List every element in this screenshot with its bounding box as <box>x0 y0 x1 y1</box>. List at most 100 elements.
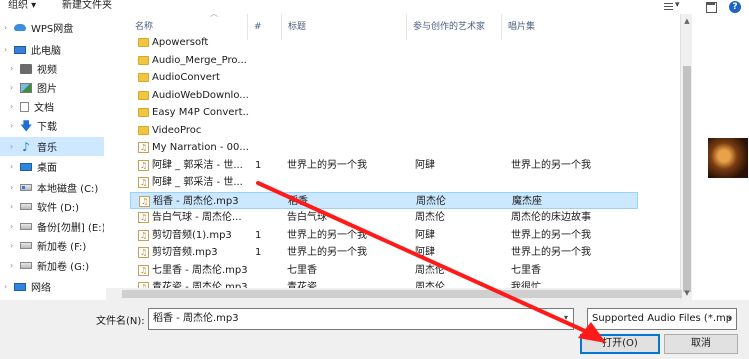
scrollbar-thumb[interactable] <box>683 66 691 292</box>
track-number-cell: 1 <box>255 159 262 171</box>
album-cell: 世界上的另一个我 <box>511 159 591 171</box>
album-cell: 周杰伦的床边故事 <box>511 212 591 223</box>
album-cell: 世界上的另一个我 <box>511 229 591 241</box>
table-row[interactable]: 阿肆 _ 郭采洁 - 世... 1 世界上的另一个我 阿肆 世界上的另一个我 <box>130 157 638 174</box>
nav-item-11[interactable]: › 新加卷 (F:) <box>0 236 104 255</box>
expand-chevron-icon[interactable]: › <box>10 142 13 151</box>
artist-cell: 阿肆 <box>415 159 435 171</box>
nav-item-8[interactable]: › 本地磁盘 (C:) <box>0 178 104 197</box>
new-folder-button[interactable]: 新建文件夹 <box>62 0 112 13</box>
title-cell: 世界上的另一个我 <box>287 229 367 241</box>
nav-item-3[interactable]: › 图片 <box>0 78 104 97</box>
expand-chevron-icon[interactable]: › <box>10 183 13 192</box>
title-cell: 稻香 <box>288 195 308 207</box>
nav-item-label: 文档 <box>34 103 54 114</box>
nav-item-label: 新加卷 (G:) <box>37 262 90 273</box>
video-icon <box>20 63 32 74</box>
nav-item-1[interactable]: › 此电脑 <box>0 40 104 59</box>
drive-icon <box>20 203 32 210</box>
file-name-cell: 阿肆 _ 郭采洁 - 世... <box>152 159 243 171</box>
drive-icon <box>20 223 32 230</box>
nav-item-13[interactable]: › 网络 <box>0 277 104 296</box>
horizontal-scrollbar[interactable] <box>106 288 682 300</box>
nav-item-6[interactable]: › ♪ 音乐 <box>0 137 104 156</box>
file-list: ︿ 名称 # 标题 参与创作的艺术家 唱片集 ApowersoftAudio_M… <box>106 14 680 300</box>
desktop-icon <box>20 162 32 171</box>
drive-icon <box>20 242 32 249</box>
horizontal-scrollbar-thumb[interactable] <box>122 290 682 298</box>
nav-item-5[interactable]: › 🡇 下载 <box>0 116 104 135</box>
network-icon <box>14 282 26 291</box>
table-row[interactable]: 告白气球 - 周杰伦... 告白气球 周杰伦 周杰伦的床边故事 <box>130 209 638 226</box>
help-icon[interactable]: ? <box>729 0 741 13</box>
expand-chevron-icon[interactable]: › <box>10 83 13 92</box>
table-row[interactable]: 七里香 - 周杰伦.mp3 七里香 周杰伦 七里香 <box>130 262 638 279</box>
expand-chevron-icon[interactable]: › <box>4 282 7 291</box>
nav-item-2[interactable]: › 视频 <box>0 59 104 78</box>
computer-icon <box>14 45 26 54</box>
nav-item-10[interactable]: › 备份[勿删] (E:) <box>0 217 104 236</box>
drive-c-icon <box>20 184 32 191</box>
cancel-button[interactable]: 取消 <box>664 334 738 354</box>
file-name-cell: My Narration - 00... <box>152 142 249 153</box>
expand-chevron-icon[interactable]: › <box>10 241 13 250</box>
file-name-cell: 稻香 - 周杰伦.mp3 <box>153 195 239 207</box>
artist-cell: 周杰伦 <box>415 264 445 276</box>
nav-item-label: WPS网盘 <box>31 24 74 35</box>
title-cell: 世界上的另一个我 <box>287 159 367 171</box>
file-type-filter-select[interactable]: Supported Audio Files (*.mp ▾ <box>587 308 737 330</box>
expand-chevron-icon[interactable]: › <box>10 261 13 270</box>
expand-chevron-icon[interactable]: › <box>4 45 7 54</box>
nav-item-9[interactable]: › 软件 (D:) <box>0 197 104 216</box>
file-name-cell: 告白气球 - 周杰伦... <box>152 212 242 223</box>
nav-item-label: 桌面 <box>37 163 57 174</box>
track-number-cell: 1 <box>255 247 262 258</box>
change-view-icon[interactable] <box>663 0 680 12</box>
table-row[interactable]: 剪切音频(1).mp3 1 世界上的另一个我 阿肆 世界上的另一个我 <box>130 227 638 244</box>
nav-item-label: 图片 <box>37 84 57 95</box>
scroll-down-icon[interactable]: ▼ <box>681 286 693 300</box>
expand-chevron-icon[interactable]: › <box>10 202 13 211</box>
vertical-scrollbar[interactable]: ▲ ▼ <box>680 14 692 300</box>
filename-dropdown-icon[interactable]: ▾ <box>564 313 568 322</box>
cloud-icon <box>14 24 26 31</box>
open-button[interactable]: 打开(O) <box>580 334 660 354</box>
table-row[interactable]: Apowersoft <box>130 34 638 51</box>
table-row[interactable]: 阿肆 _ 郭采洁 - 世... <box>130 174 638 191</box>
file-name-cell: 阿肆 _ 郭采洁 - 世... <box>152 177 243 188</box>
nav-item-12[interactable]: › 新加卷 (G:) <box>0 256 104 275</box>
table-row[interactable]: 剪切音频.mp3 1 世界上的另一个我 阿肆 世界上的另一个我 <box>130 244 638 261</box>
table-row[interactable]: AudioConvert <box>130 69 638 86</box>
table-row[interactable]: VideoProc <box>130 122 638 139</box>
expand-chevron-icon[interactable]: › <box>4 23 7 32</box>
expand-chevron-icon[interactable]: › <box>10 64 13 73</box>
picture-icon <box>20 82 32 93</box>
download-icon: 🡇 <box>20 118 33 133</box>
table-row[interactable]: Audio_Merge_Pro... <box>130 52 638 69</box>
table-row[interactable]: 稻香 - 周杰伦.mp3 稻香 周杰伦 魔杰座 <box>130 191 638 210</box>
file-name-cell: Audio_Merge_Pro... <box>152 54 247 66</box>
artist-cell: 周杰伦 <box>415 212 445 223</box>
filename-label: 文件名(N): <box>96 316 145 327</box>
file-name-cell: 七里香 - 周杰伦.mp3 <box>152 264 248 276</box>
music-icon: ♪ <box>22 139 30 154</box>
scroll-up-icon[interactable]: ▲ <box>681 14 693 28</box>
preview-pane-icon[interactable] <box>705 1 717 13</box>
nav-item-label: 本地磁盘 (C:) <box>37 184 99 195</box>
filename-input[interactable]: 稻香 - 周杰伦.mp3 <box>148 308 574 330</box>
nav-item-label: 视频 <box>37 65 57 76</box>
table-row[interactable]: AudioWebDownlo... <box>130 87 638 104</box>
table-row[interactable]: My Narration - 00... <box>130 139 638 156</box>
nav-item-4[interactable]: › 文档 <box>0 97 104 116</box>
organize-menu-button[interactable]: 组织 ▾ <box>8 0 36 13</box>
navigation-pane: › WPS网盘 › 此电脑 › 视频 › 图片 › 文档 › 🡇 下载 › ♪ 音乐 › 桌面 › 本地磁盘 (C:)… <box>0 14 104 300</box>
album-art-preview <box>708 138 748 178</box>
artist-cell: 阿肆 <box>415 229 435 241</box>
nav-item-7[interactable]: › 桌面 <box>0 157 104 176</box>
expand-chevron-icon[interactable]: › <box>10 102 13 111</box>
nav-item-0[interactable]: › WPS网盘 <box>0 18 104 37</box>
expand-chevron-icon[interactable]: › <box>10 121 13 130</box>
expand-chevron-icon[interactable]: › <box>10 222 13 231</box>
table-row[interactable]: Easy M4P Convert... <box>130 104 638 121</box>
expand-chevron-icon[interactable]: › <box>10 162 13 171</box>
